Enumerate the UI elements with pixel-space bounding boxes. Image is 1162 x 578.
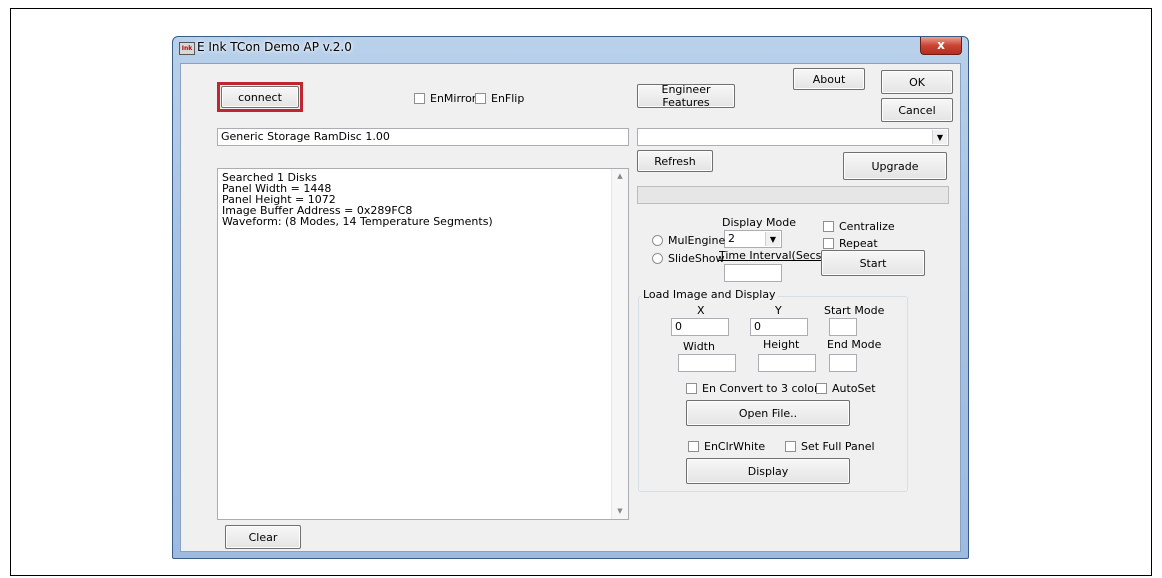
en-clr-white-checkbox[interactable]: EnClrWhite [688, 440, 765, 453]
height-label: Height [763, 338, 800, 351]
connect-button[interactable]: connect [221, 86, 299, 108]
set-full-panel-box[interactable] [785, 441, 796, 452]
close-window-button[interactable]: x [920, 37, 962, 55]
x-label: X [697, 304, 705, 317]
autoset-checkbox[interactable]: AutoSet [816, 382, 876, 395]
en-flip-box[interactable] [475, 93, 486, 104]
autoset-label: AutoSet [832, 382, 876, 395]
start-mode-field[interactable] [829, 318, 857, 336]
cancel-button[interactable]: Cancel [881, 98, 953, 122]
autoset-box[interactable] [816, 383, 827, 394]
mul-engine-radio[interactable]: MulEngine [652, 234, 725, 247]
app-icon: Ink [179, 42, 195, 55]
centralize-label: Centralize [839, 220, 895, 233]
client-area: connect EnMirror EnFlip Engineer Feature… [180, 63, 961, 552]
repeat-checkbox[interactable]: Repeat [823, 237, 878, 250]
clear-button[interactable]: Clear [225, 525, 301, 549]
repeat-box[interactable] [823, 238, 834, 249]
width-field[interactable] [678, 354, 736, 372]
en-convert-box[interactable] [686, 383, 697, 394]
display-mode-value: 2 [728, 232, 735, 245]
time-interval-field[interactable] [724, 264, 782, 282]
dropdown-arrow-icon[interactable]: ▼ [932, 130, 947, 144]
dropdown-arrow-icon[interactable]: ▼ [765, 232, 780, 246]
en-clr-white-box[interactable] [688, 441, 699, 452]
log-scrollbar[interactable]: ▲ ▼ [611, 169, 628, 519]
centralize-box[interactable] [823, 221, 834, 232]
start-button[interactable]: Start [821, 250, 925, 276]
height-field[interactable] [758, 354, 816, 372]
repeat-label: Repeat [839, 237, 878, 250]
progress-bar [637, 186, 949, 204]
width-label: Width [683, 340, 715, 353]
load-image-group-title: Load Image and Display [641, 288, 778, 301]
en-convert-label: En Convert to 3 color [702, 382, 819, 395]
refresh-button[interactable]: Refresh [637, 150, 713, 172]
set-full-panel-checkbox[interactable]: Set Full Panel [785, 440, 875, 453]
title-bar[interactable]: Ink E Ink TCon Demo AP v.2.0 x [173, 37, 968, 61]
start-mode-label: Start Mode [824, 304, 885, 317]
y-label: Y [775, 304, 782, 317]
device-field[interactable]: Generic Storage RamDisc 1.00 [217, 128, 629, 146]
en-flip-label: EnFlip [491, 92, 525, 105]
window-title: E Ink TCon Demo AP v.2.0 [197, 40, 352, 54]
device-select[interactable]: ▼ [637, 128, 949, 146]
log-line: Waveform: (8 Modes, 14 Temperature Segme… [222, 215, 493, 228]
en-mirror-box[interactable] [414, 93, 425, 104]
en-flip-checkbox[interactable]: EnFlip [475, 92, 524, 105]
slide-show-radio[interactable]: SlideShow [652, 252, 725, 265]
mul-engine-dot[interactable] [652, 235, 663, 246]
end-mode-label: End Mode [827, 338, 882, 351]
mul-engine-label: MulEngine [668, 234, 726, 247]
set-full-panel-label: Set Full Panel [801, 440, 875, 453]
scroll-down-icon[interactable]: ▼ [612, 506, 628, 517]
log-area[interactable]: Searched 1 Disks Panel Width = 1448 Pane… [217, 168, 629, 520]
scroll-up-icon[interactable]: ▲ [612, 171, 628, 182]
en-convert-checkbox[interactable]: En Convert to 3 color [686, 382, 819, 395]
upgrade-button[interactable]: Upgrade [843, 152, 947, 180]
en-mirror-label: EnMirror [430, 92, 477, 105]
display-mode-label: Display Mode [722, 216, 797, 229]
about-button[interactable]: About [793, 68, 865, 90]
display-mode-select[interactable]: 2 ▼ [724, 230, 782, 248]
en-mirror-checkbox[interactable]: EnMirror [414, 92, 476, 105]
engineer-features-button[interactable]: Engineer Features [637, 83, 735, 109]
end-mode-field[interactable] [829, 354, 857, 372]
en-clr-white-label: EnClrWhite [704, 440, 766, 453]
app-window: Ink E Ink TCon Demo AP v.2.0 x connect E… [172, 36, 969, 559]
time-interval-label: Time Interval(Secs) [719, 249, 826, 262]
centralize-checkbox[interactable]: Centralize [823, 220, 895, 233]
display-button[interactable]: Display [686, 458, 850, 484]
y-field[interactable]: 0 [750, 318, 808, 336]
slide-show-label: SlideShow [668, 252, 725, 265]
ok-button[interactable]: OK [881, 70, 953, 94]
open-file-button[interactable]: Open File.. [686, 400, 850, 426]
slide-show-dot[interactable] [652, 253, 663, 264]
x-field[interactable]: 0 [671, 318, 729, 336]
